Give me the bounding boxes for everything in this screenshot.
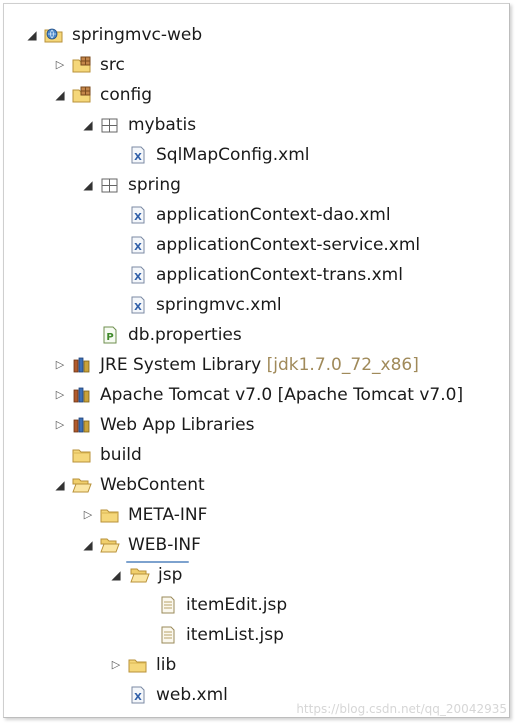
tree-item-label: jsp [158, 565, 183, 585]
tree-item-label-group: JRE System Library [jdk1.7.0_72_x86] [100, 350, 419, 380]
xml-file-icon [128, 206, 148, 224]
folder-icon [128, 656, 148, 674]
tree-item-label: springmvc-web [72, 25, 203, 45]
tree-item-label: web.xml [156, 685, 228, 705]
java-web-project-icon [44, 26, 64, 44]
collapse-arrow-icon[interactable]: ◢ [108, 560, 124, 590]
tree-row-springmvc-xml[interactable]: springmvc.xml [4, 290, 509, 320]
tree-row-springmvc-web[interactable]: ◢ springmvc-web [4, 20, 509, 50]
xml-file-icon [128, 266, 148, 284]
expand-arrow-icon[interactable]: ▷ [52, 380, 68, 410]
tree-item-label: WebContent [100, 475, 205, 495]
tree-item-label: lib [156, 655, 177, 675]
open-folder-icon [130, 566, 150, 584]
expand-arrow-icon[interactable]: ▷ [108, 650, 124, 680]
tree-item-label: META-INF [128, 505, 208, 525]
tree-item-label: itemEdit.jsp [186, 595, 288, 615]
tree-row-lib[interactable]: ▷ lib [4, 650, 509, 680]
collapse-arrow-icon[interactable]: ◢ [52, 470, 68, 500]
tree-item-label: config [100, 85, 153, 105]
tree-item-label: Apache Tomcat v7.0 [Apache Tomcat v7.0] [100, 385, 464, 405]
collapse-arrow-icon[interactable]: ◢ [80, 530, 96, 560]
tree-item-label: Web App Libraries [100, 415, 255, 435]
package-icon [100, 116, 120, 134]
tree-item-label: applicationContext-service.xml [156, 235, 421, 255]
watermark: https://blog.csdn.net/qq_20042935 [296, 702, 507, 716]
tree-row-sqlmapconfig-xml[interactable]: SqlMapConfig.xml [4, 140, 509, 170]
open-folder-icon [100, 536, 120, 554]
source-folder-icon [72, 56, 92, 74]
library-icon [72, 356, 92, 374]
tree-row-jsp[interactable]: ◢ jsp [4, 560, 509, 590]
tree-row-apache-tomcat[interactable]: ▷ Apache Tomcat v7.0 [Apache Tomcat v7.0… [4, 380, 509, 410]
tree-row-web-app-libraries[interactable]: ▷ Web App Libraries [4, 410, 509, 440]
tree-row-spring[interactable]: ◢ spring [4, 170, 509, 200]
expand-arrow-icon[interactable]: ▷ [80, 500, 96, 530]
library-icon [72, 416, 92, 434]
tree-item-label: JRE System Library [100, 355, 262, 375]
xml-file-icon [128, 146, 148, 164]
tree-item-label: itemList.jsp [186, 625, 284, 645]
tree-row-meta-inf[interactable]: ▷ META-INF [4, 500, 509, 530]
tree-row-applicationcontext-service-xml[interactable]: applicationContext-service.xml [4, 230, 509, 260]
tree-row-config[interactable]: ◢ config [4, 80, 509, 110]
tree-row-db-properties[interactable]: db.properties [4, 320, 509, 350]
project-tree: ◢ springmvc-web ▷ src ◢ config ◢ mybatis… [4, 20, 509, 710]
xml-file-icon [128, 686, 148, 704]
expand-arrow-icon[interactable]: ▷ [52, 410, 68, 440]
collapse-arrow-icon[interactable]: ◢ [52, 80, 68, 110]
tree-item-label: db.properties [128, 325, 242, 345]
tree-row-build[interactable]: build [4, 440, 509, 470]
library-icon [72, 386, 92, 404]
expand-arrow-icon[interactable]: ▷ [52, 50, 68, 80]
properties-file-icon [100, 326, 120, 344]
tree-item-label: mybatis [128, 115, 197, 135]
tree-row-mybatis[interactable]: ◢ mybatis [4, 110, 509, 140]
expand-arrow-icon[interactable]: ▷ [52, 350, 68, 380]
tree-item-label: applicationContext-trans.xml [156, 265, 403, 285]
tree-item-label: SqlMapConfig.xml [156, 145, 310, 165]
folder-icon [72, 446, 92, 464]
tree-row-web-inf[interactable]: ◢ WEB-INF [4, 530, 509, 560]
project-explorer-panel: ◢ springmvc-web ▷ src ◢ config ◢ mybatis… [3, 3, 510, 718]
tree-item-label: src [100, 55, 125, 75]
tree-item-label: build [100, 445, 142, 465]
xml-file-icon [128, 236, 148, 254]
tree-row-src[interactable]: ▷ src [4, 50, 509, 80]
collapse-arrow-icon[interactable]: ◢ [24, 20, 40, 50]
tree-item-label: applicationContext-dao.xml [156, 205, 391, 225]
tree-item-label: spring [128, 175, 181, 195]
tree-row-itemedit-jsp[interactable]: itemEdit.jsp [4, 590, 509, 620]
collapse-arrow-icon[interactable]: ◢ [80, 170, 96, 200]
collapse-arrow-icon[interactable]: ◢ [80, 110, 96, 140]
jsp-file-icon [158, 626, 178, 644]
source-folder-icon [72, 86, 92, 104]
tree-item-label: springmvc.xml [156, 295, 282, 315]
tree-row-applicationcontext-dao-xml[interactable]: applicationContext-dao.xml [4, 200, 509, 230]
tree-row-itemlist-jsp[interactable]: itemList.jsp [4, 620, 509, 650]
jdk-version-decoration: [jdk1.7.0_72_x86] [266, 355, 419, 375]
open-folder-icon [72, 476, 92, 494]
jsp-file-icon [158, 596, 178, 614]
tree-row-jre-system-library[interactable]: ▷ JRE System Library [jdk1.7.0_72_x86] [4, 350, 509, 380]
package-icon [100, 176, 120, 194]
tree-item-label: WEB-INF [128, 535, 201, 555]
folder-icon [100, 506, 120, 524]
xml-file-icon [128, 296, 148, 314]
tree-row-webcontent[interactable]: ◢ WebContent [4, 470, 509, 500]
tree-row-applicationcontext-trans-xml[interactable]: applicationContext-trans.xml [4, 260, 509, 290]
